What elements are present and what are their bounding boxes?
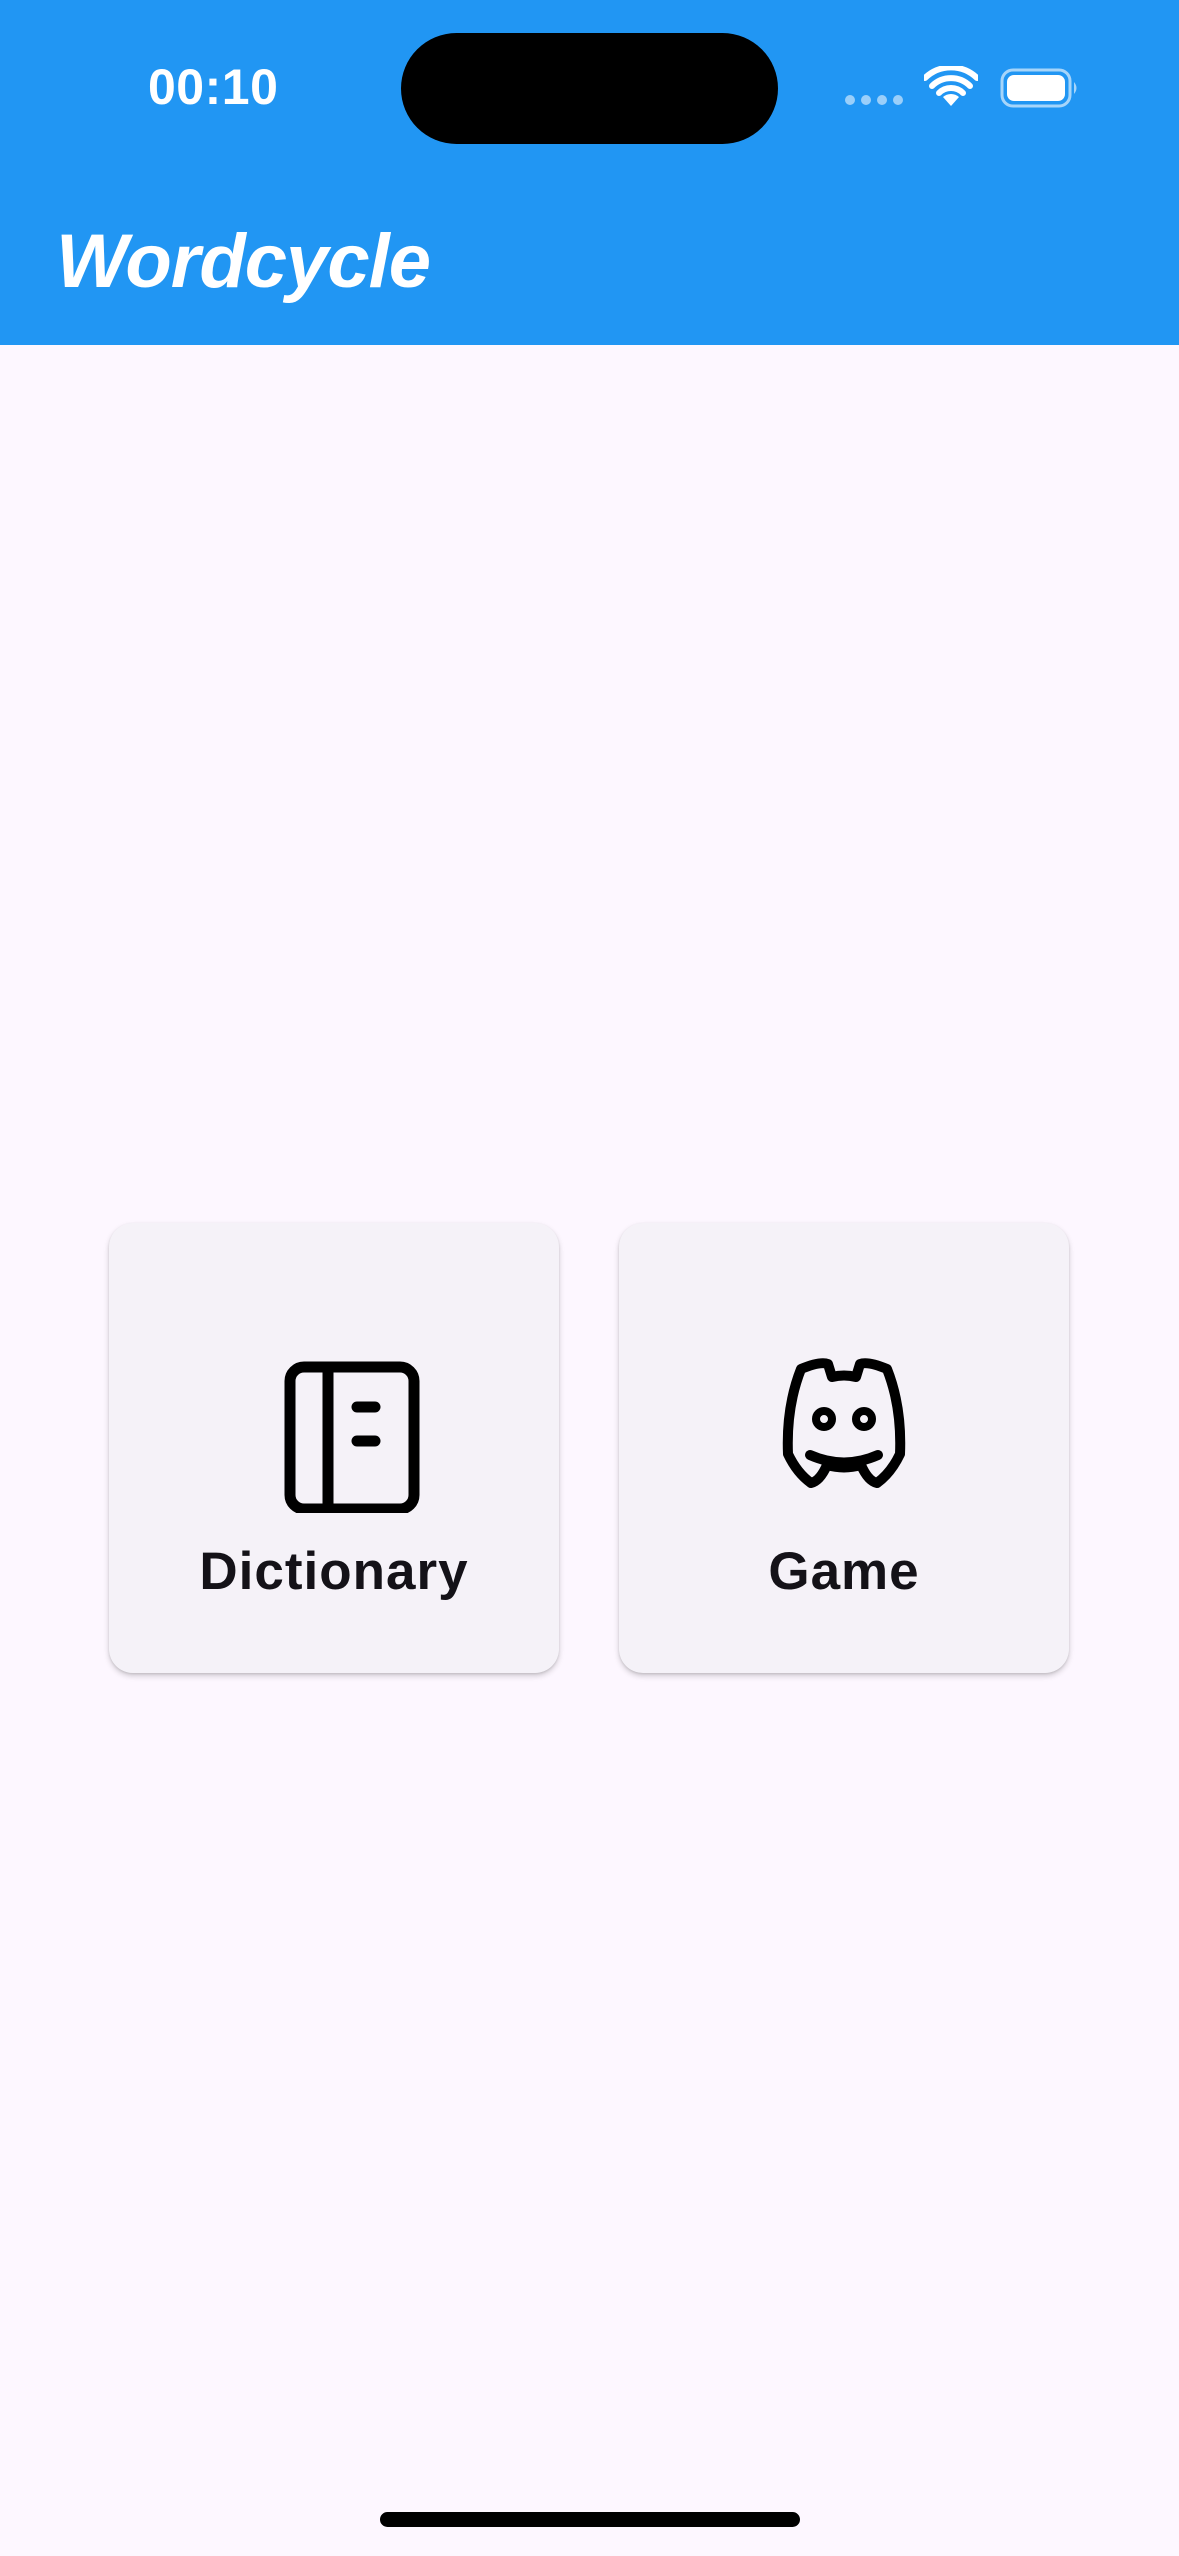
battery-icon [1000, 68, 1077, 108]
game-button[interactable]: Game [619, 1223, 1069, 1673]
book-icon [284, 1361, 420, 1513]
home-indicator[interactable] [380, 2512, 800, 2527]
app-title: Wordcycle [56, 219, 431, 304]
dictionary-label: Dictionary [199, 1542, 469, 1601]
game-label: Game [768, 1542, 920, 1601]
signal-icon [845, 95, 905, 107]
app-bar: 00:10 Wordcycle [0, 0, 1179, 345]
discord-icon [782, 1358, 906, 1488]
dynamic-island [401, 33, 778, 144]
dictionary-button[interactable]: Dictionary [109, 1223, 559, 1673]
wifi-icon [924, 66, 978, 106]
status-time: 00:10 [148, 59, 279, 115]
